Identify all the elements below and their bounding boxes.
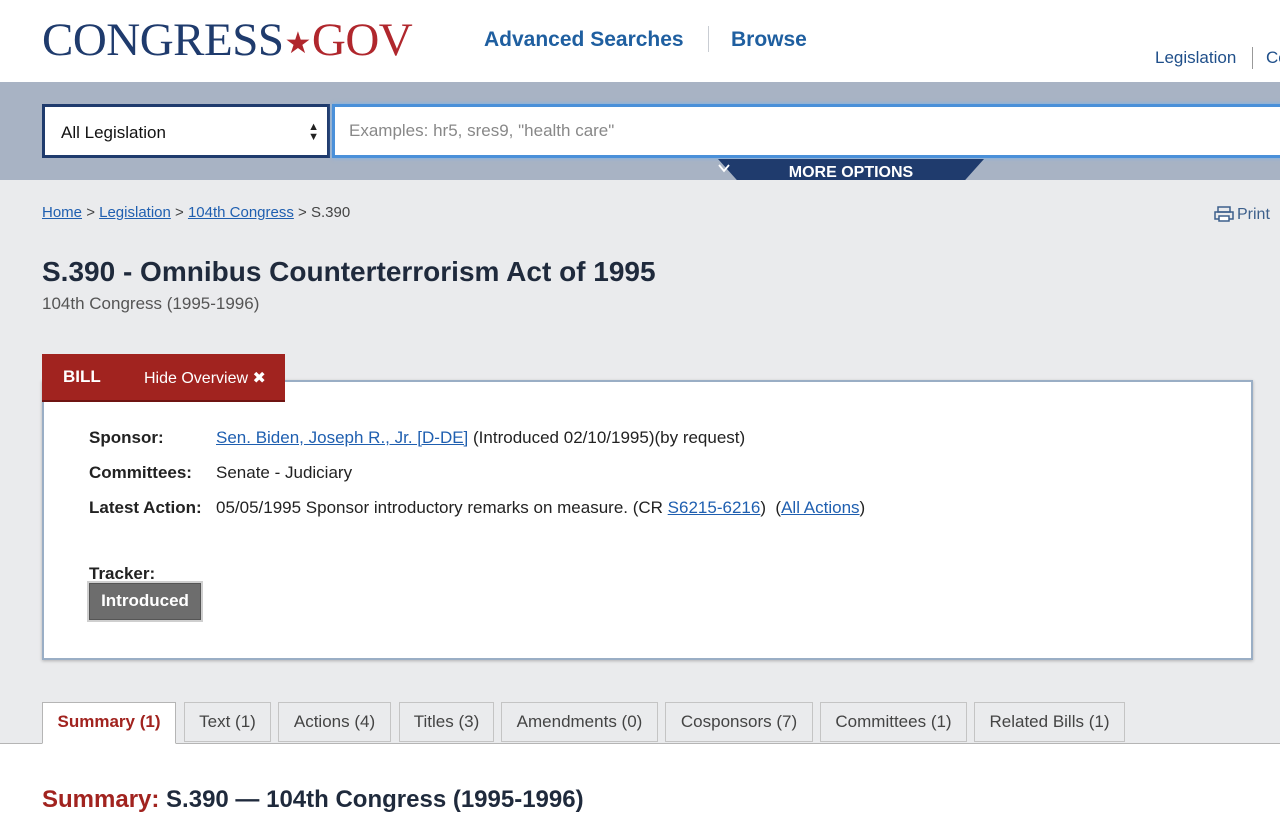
tab-cosponsors[interactable]: Cosponsors (7) [665, 702, 813, 742]
sponsor-note: (Introduced 02/10/1995)(by request) [473, 428, 746, 447]
congressional-record-link[interactable]: S6215-6216 [668, 498, 761, 517]
congress-gov-logo[interactable]: CONGRESS★GOV [42, 14, 413, 72]
tab-actions[interactable]: Actions (4) [278, 702, 391, 742]
summary-heading-label: Summary: [42, 786, 160, 813]
search-band: All Legislation ▲▼ MORE OPTIONS [0, 82, 1280, 188]
sponsor-label: Sponsor: [89, 428, 164, 447]
latest-action-row: Latest Action: 05/05/1995 Sponsor introdu… [89, 498, 865, 518]
summary-heading-text: S.390 — 104th Congress (1995-1996) [166, 786, 584, 813]
collection-select[interactable]: All Legislation ▲ ▼ [42, 104, 330, 158]
summary-heading: Summary: S.390 — 104th Congress (1995-19… [42, 786, 584, 814]
congress-session: 104th Congress (1995-1996) [42, 294, 260, 313]
breadcrumb-congress[interactable]: 104th Congress [188, 204, 294, 221]
hide-overview-button[interactable]: Hide Overview ✖ [144, 368, 266, 388]
breadcrumb-separator: > [175, 204, 184, 221]
committees-row: Committees: Senate - Judiciary [89, 463, 352, 483]
sponsor-link[interactable]: Sen. Biden, Joseph R., Jr. [D-DE] [216, 428, 468, 447]
tracker-status-introduced: Introduced [89, 583, 201, 620]
latest-action-text: 05/05/1995 Sponsor introductory remarks … [216, 498, 668, 517]
nav-divider [708, 26, 709, 52]
latest-action-mid: ) ( [760, 498, 782, 517]
breadcrumb-separator: > [298, 204, 307, 221]
nav-browse[interactable]: Browse [731, 27, 807, 53]
tab-committees[interactable]: Committees (1) [820, 702, 967, 742]
breadcrumb: Home > Legislation > 104th Congress > S.… [42, 204, 350, 221]
collection-select-value: All Legislation [61, 123, 166, 142]
breadcrumb-home[interactable]: Home [42, 204, 82, 221]
latest-action-end: ) [859, 498, 866, 517]
tab-amendments[interactable]: Amendments (0) [501, 702, 658, 742]
more-options-label: MORE OPTIONS [788, 164, 914, 181]
select-arrows-icon: ▲ ▼ [308, 121, 319, 143]
committees-label: Committees: [89, 463, 192, 482]
print-button[interactable]: Print [1214, 206, 1270, 224]
util-divider [1252, 47, 1253, 69]
printer-icon [1214, 206, 1234, 222]
tracker-label: Tracker: [89, 564, 156, 583]
sponsor-row: Sponsor: Sen. Biden, Joseph R., Jr. [D-DE… [89, 428, 745, 448]
breadcrumb-current: S.390 [310, 204, 351, 221]
util-link-legislation[interactable]: Legislation [1155, 48, 1236, 68]
logo-text-congress: CONGRESS [42, 14, 284, 66]
latest-action-label: Latest Action: [89, 498, 202, 517]
bill-type-tab: BILL Hide Overview ✖ [42, 354, 285, 400]
chevron-down-icon [718, 164, 730, 173]
breadcrumb-legislation[interactable]: Legislation [99, 204, 171, 221]
site-header: CONGRESS★GOV Advanced Searches Browse Le… [0, 0, 1280, 82]
tab-summary[interactable]: Summary (1) [42, 702, 176, 744]
main-content: Home > Legislation > 104th Congress > S.… [0, 180, 1280, 744]
tab-related-bills[interactable]: Related Bills (1) [974, 702, 1125, 742]
bill-overview-panel: Sponsor: Sen. Biden, Joseph R., Jr. [D-DE… [42, 380, 1253, 660]
search-input[interactable] [332, 104, 1280, 158]
committees-value: Senate - Judiciary [216, 463, 353, 482]
all-actions-link[interactable]: All Actions [781, 498, 859, 517]
bill-tabs: Summary (1) Text (1) Actions (4) Titles … [0, 701, 1280, 744]
util-link-congressional-record[interactable]: Co [1266, 48, 1280, 68]
star-icon: ★ [284, 27, 312, 60]
nav-advanced-searches[interactable]: Advanced Searches [484, 27, 684, 53]
breadcrumb-separator: > [86, 204, 95, 221]
print-label: Print [1237, 206, 1270, 223]
bill-type-label: BILL [63, 367, 101, 386]
page-title: S.390 - Omnibus Counterterrorism Act of … [42, 256, 656, 287]
logo-text-gov: GOV [311, 14, 413, 66]
tab-text[interactable]: Text (1) [184, 702, 271, 742]
tab-titles[interactable]: Titles (3) [399, 702, 494, 742]
